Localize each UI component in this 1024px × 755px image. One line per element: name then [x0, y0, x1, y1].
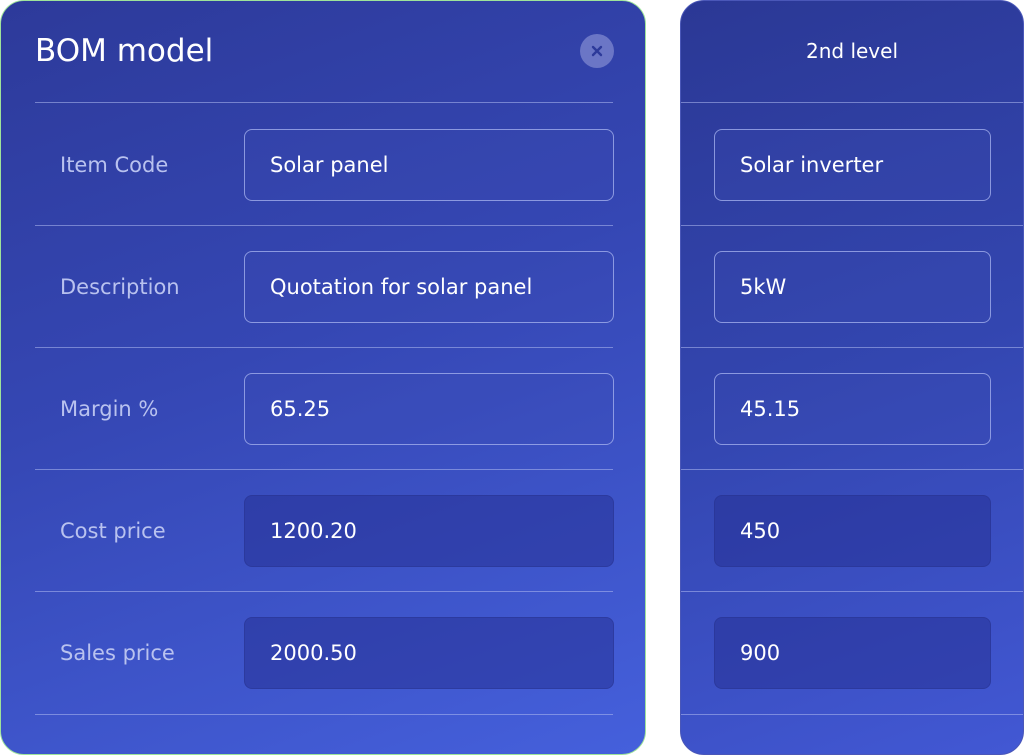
- second-item-code-input[interactable]: Solar inverter: [714, 129, 991, 201]
- item-code-label: Item Code: [60, 153, 169, 177]
- page: BOM model Item Code Solar panel Descript…: [0, 0, 1024, 755]
- second-level-panel: 2nd level Solar inverter 5kW 45.15 450 9…: [680, 0, 1024, 755]
- item-code-input[interactable]: Solar panel: [244, 129, 614, 201]
- close-button[interactable]: [580, 34, 614, 68]
- row-cost-price: Cost price 1200.20: [1, 469, 645, 591]
- row-item-code: Item Code Solar panel: [1, 103, 645, 225]
- second-margin-input[interactable]: 45.15: [714, 373, 991, 445]
- second-row-margin: 45.15: [681, 347, 1023, 469]
- second-row-description: 5kW: [681, 225, 1023, 347]
- second-description-input[interactable]: 5kW: [714, 251, 991, 323]
- row-description: Description Quotation for solar panel: [1, 225, 645, 347]
- row-margin: Margin % 65.25: [1, 347, 645, 469]
- description-input[interactable]: Quotation for solar panel: [244, 251, 614, 323]
- second-row-cost-price: 450: [681, 469, 1023, 591]
- description-label: Description: [60, 275, 180, 299]
- sales-price-label: Sales price: [60, 641, 175, 665]
- second-sales-price-field: 900: [714, 617, 991, 689]
- second-level-title: 2nd level: [805, 39, 898, 63]
- bom-model-dialog: BOM model Item Code Solar panel Descript…: [0, 0, 646, 755]
- dialog-title: BOM model: [35, 33, 214, 69]
- dialog-header: BOM model: [1, 1, 645, 102]
- close-icon: [591, 45, 603, 57]
- cost-price-label: Cost price: [60, 519, 166, 543]
- second-level-header: 2nd level: [681, 1, 1023, 102]
- margin-label: Margin %: [60, 397, 159, 421]
- divider: [35, 714, 613, 715]
- second-cost-price-field: 450: [714, 495, 991, 567]
- sales-price-field: 2000.50: [244, 617, 614, 689]
- cost-price-field: 1200.20: [244, 495, 614, 567]
- margin-input[interactable]: 65.25: [244, 373, 614, 445]
- row-sales-price: Sales price 2000.50: [1, 591, 645, 713]
- divider: [681, 714, 1023, 715]
- second-row-sales-price: 900: [681, 591, 1023, 713]
- second-row-item-code: Solar inverter: [681, 103, 1023, 225]
